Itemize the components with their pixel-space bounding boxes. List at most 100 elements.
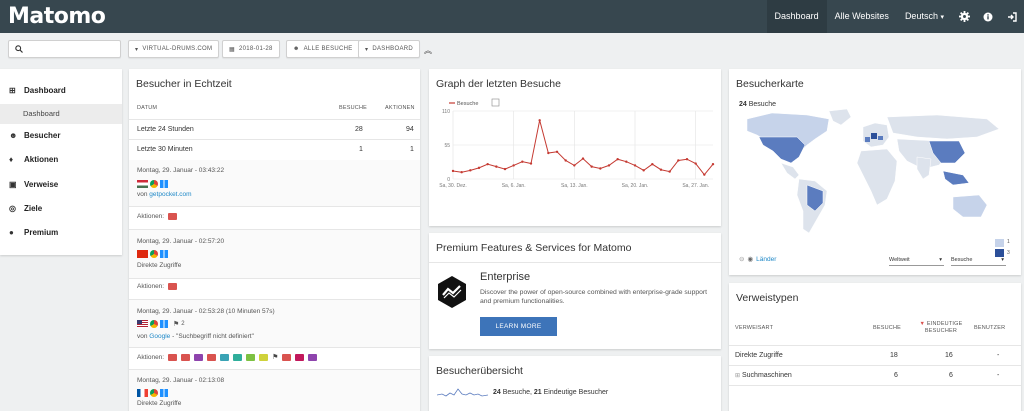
legend-low-swatch <box>995 239 1004 247</box>
chart-point[interactable] <box>642 169 645 172</box>
map-scope-select[interactable]: Weltweit ▾ <box>889 255 944 266</box>
region-southeast-asia <box>942 170 970 186</box>
folder-icon[interactable] <box>181 353 191 361</box>
chart-point[interactable] <box>486 162 489 166</box>
sidebar-item-aktionen[interactable]: ♦ Aktionen <box>0 149 122 169</box>
chart-point[interactable] <box>564 159 567 162</box>
chart-point[interactable] <box>547 151 550 155</box>
learn-more-button[interactable]: LEARN MORE <box>480 317 557 336</box>
referrer-link[interactable]: Google <box>149 333 170 340</box>
collapse-icon[interactable]: ︽ <box>424 45 432 56</box>
chart-point[interactable] <box>451 169 455 173</box>
sidebar-item-ziele[interactable]: ◎ Ziele <box>0 198 122 218</box>
visits-line-chart: 110550 Sa, 30. Dez. Sa, 6. Jan. Sa, 13. Ja… <box>439 98 715 189</box>
gear-icon[interactable] <box>952 0 976 33</box>
export-icon[interactable] <box>491 98 500 107</box>
search-input[interactable] <box>8 40 121 58</box>
chart-point[interactable] <box>529 162 533 165</box>
chart-point[interactable] <box>625 160 628 163</box>
region-germany <box>871 133 877 139</box>
nav-all-websites[interactable]: Alle Websites <box>827 0 897 33</box>
chart-point[interactable] <box>521 160 524 163</box>
y-tick-label: 55 <box>444 143 450 149</box>
chart-point[interactable] <box>469 169 472 172</box>
sidebar-item-besucher[interactable]: ☻ Besucher <box>0 125 122 145</box>
chart-point[interactable] <box>599 167 602 170</box>
folder-icon[interactable] <box>168 213 178 220</box>
chart-point[interactable] <box>512 164 515 167</box>
folder-icon[interactable] <box>259 353 269 361</box>
visit-entry[interactable]: Montag, 29. Januar - 02:53:28 (10 Minute… <box>129 300 420 347</box>
chart-point[interactable] <box>651 162 654 166</box>
visit-entry[interactable]: Montag, 29. Januar - 02:13:08 Direkte Zu… <box>129 370 420 411</box>
map-level-control[interactable]: ⊖ ◉ Länder <box>739 255 776 264</box>
col-header-unique[interactable]: ▼ EINDEUTIGE BESUCHER <box>919 321 963 334</box>
dashboard-menu[interactable]: ▾ DASHBOARD <box>358 40 421 58</box>
folder-icon[interactable] <box>246 353 256 361</box>
toolbar: ▾ VIRTUAL-DRUMS.COM ▦ 2018-01-28 ☻ ALLE BES… <box>0 33 1024 67</box>
row-visits: 28 <box>355 126 363 133</box>
chart-point[interactable] <box>555 150 559 153</box>
visit-entry[interactable]: Montag, 29. Januar - 02:57:20 Direkte Zu… <box>129 230 420 278</box>
chart-point[interactable] <box>495 165 498 168</box>
folder-icon[interactable] <box>295 353 305 361</box>
expand-icon[interactable]: ⊞ <box>735 373 740 379</box>
sidebar-item-verweise[interactable]: ▣ Verweise <box>0 174 122 194</box>
chart-point[interactable] <box>477 166 481 170</box>
sidebar-subitem-dashboard[interactable]: Dashboard <box>0 104 122 124</box>
premium-icon: ● <box>9 227 14 237</box>
x-tick-label: Sa, 30. Dez. <box>439 183 467 189</box>
chart-point[interactable] <box>685 158 689 161</box>
chart-point[interactable] <box>460 171 463 174</box>
chart-point[interactable] <box>633 164 637 167</box>
visit-date: Montag, 29. Januar - 02:13:08 <box>137 377 225 384</box>
visit-entry[interactable]: Montag, 29. Januar - 03:43:22 von getpoc… <box>129 160 420 206</box>
chart-point[interactable] <box>677 159 680 162</box>
chart-point[interactable] <box>616 158 619 161</box>
folder-icon[interactable] <box>207 353 217 361</box>
countries-link[interactable]: Länder <box>756 256 776 263</box>
chart-point[interactable] <box>607 164 611 167</box>
row-expandable[interactable]: ⊞ Suchmaschinen <box>735 372 792 379</box>
date-selector[interactable]: ▦ 2018-01-28 <box>222 40 280 58</box>
visit-icons: ⚑ 2 <box>137 319 185 328</box>
folder-icon[interactable] <box>233 353 243 361</box>
folder-icon[interactable] <box>168 283 178 290</box>
folder-icon[interactable] <box>220 353 230 361</box>
dashboard-menu-label: DASHBOARD <box>372 46 414 52</box>
help-icon[interactable] <box>976 0 1000 33</box>
goal-count: 2 <box>181 320 185 327</box>
site-selector[interactable]: ▾ VIRTUAL-DRUMS.COM <box>128 40 220 58</box>
chart-point[interactable] <box>659 168 663 171</box>
zoom-out-icon[interactable]: ⊖ <box>739 255 744 263</box>
language-label: Deutsch <box>904 11 938 21</box>
segment-selector[interactable]: ☻ ALLE BESUCHE <box>286 40 360 58</box>
chart-point[interactable] <box>590 165 593 168</box>
nav-dashboard[interactable]: Dashboard <box>766 0 827 33</box>
referrer-link[interactable]: getpocket.com <box>149 191 191 198</box>
chart-point[interactable] <box>538 119 541 122</box>
sidebar-item-premium[interactable]: ● Premium <box>0 222 122 242</box>
chart-point[interactable] <box>703 173 706 176</box>
folder-icon[interactable] <box>308 353 318 361</box>
calendar-icon: ▦ <box>229 46 235 53</box>
folder-icon[interactable] <box>282 353 292 361</box>
chart-point[interactable] <box>573 164 576 167</box>
row-actions: 1 <box>410 146 414 153</box>
world-map[interactable] <box>737 109 1007 243</box>
matomo-logo[interactable]: Matomo <box>8 4 106 29</box>
grid-icon: ⊞ <box>9 85 16 95</box>
chart-point[interactable] <box>581 157 585 160</box>
region-france <box>865 137 870 142</box>
folder-icon[interactable] <box>168 353 178 361</box>
language-selector[interactable]: Deutsch ▾ <box>897 0 952 33</box>
chart-point[interactable] <box>694 162 697 165</box>
chart-point[interactable] <box>711 162 715 166</box>
logout-icon[interactable] <box>1000 0 1024 33</box>
sidebar-item-dashboard[interactable]: ⊞ Dashboard <box>0 80 122 100</box>
chart-point[interactable] <box>668 170 671 173</box>
row-label[interactable]: Direkte Zugriffe <box>735 352 783 359</box>
folder-icon[interactable] <box>194 353 204 361</box>
chart-point[interactable] <box>503 167 507 171</box>
search-icon <box>15 45 23 53</box>
